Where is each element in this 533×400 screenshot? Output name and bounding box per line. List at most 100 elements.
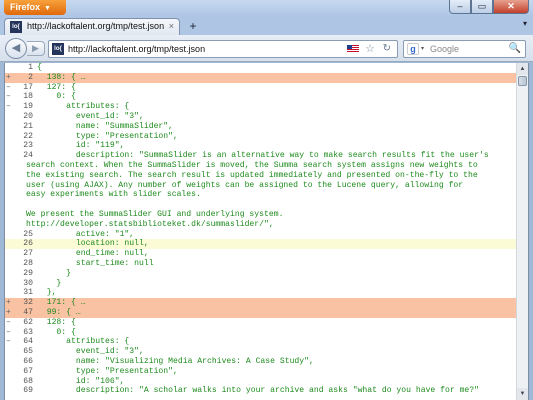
json-line[interactable]: +47 99: { …: [5, 307, 517, 318]
line-number: 28: [23, 258, 33, 268]
search-input[interactable]: Google: [430, 41, 459, 57]
json-line: 21 name: "SummaSlider",: [5, 122, 517, 132]
line-number: 21: [23, 121, 33, 131]
line-number: 31: [23, 288, 33, 298]
json-code: }: [37, 278, 62, 288]
json-line-wrap: http://developer.statsbiblioteket.dk/sum…: [5, 220, 517, 230]
json-code: description: "SummaSlider is an alternat…: [37, 151, 489, 161]
url-text[interactable]: http://lackoftalent.org/tmp/test.json: [68, 41, 205, 57]
json-code: type: "Presentation",: [37, 131, 178, 141]
json-line-wrap: [5, 200, 517, 210]
navigation-bar: ◀ ▶ lo{ http://lackoftalent.org/tmp/test…: [0, 35, 533, 62]
json-line[interactable]: –17 127: {: [5, 83, 517, 93]
maximize-button[interactable]: ▭: [471, 0, 493, 14]
json-viewer: 1{+2 138: { … –17 127: {–18 0: {–19 attri…: [5, 63, 517, 396]
chevron-down-icon: ▼: [44, 5, 51, 12]
search-icon[interactable]: 🔍: [509, 41, 521, 57]
json-line: 66 name: "Visualizing Media Archives: A …: [5, 357, 517, 367]
json-code: event_id: "3",: [37, 347, 144, 357]
url-bar[interactable]: lo{ http://lackoftalent.org/tmp/test.jso…: [48, 40, 398, 58]
json-line: 28 start_time: null: [5, 259, 517, 269]
json-code: },: [37, 288, 57, 298]
json-line: 67 type: "Presentation",: [5, 367, 517, 377]
search-bar[interactable]: g ▾ Google 🔍: [403, 40, 526, 58]
json-line: 30 }: [5, 279, 517, 289]
json-line: 27 end_time: null,: [5, 249, 517, 259]
json-code: the existing search. The search result i…: [26, 170, 478, 180]
json-line: 22 type: "Presentation",: [5, 132, 517, 142]
json-code: name: "SummaSlider",: [37, 121, 173, 131]
close-window-button[interactable]: ✕: [493, 0, 529, 14]
json-code: user (using AJAX). Any number of weights…: [26, 180, 464, 190]
line-number: 23: [23, 141, 33, 151]
line-number: 22: [23, 131, 33, 141]
line-number: 20: [23, 111, 33, 121]
line-number: 26: [23, 239, 33, 249]
json-code: start_time: null: [37, 258, 154, 268]
json-line[interactable]: –64 attributes: {: [5, 337, 517, 347]
scroll-down-icon[interactable]: ▼: [517, 388, 528, 400]
json-code: description: "A scholar walks into your …: [37, 386, 479, 396]
json-code: id: "119",: [37, 141, 125, 151]
json-line: 23 id: "119",: [5, 141, 517, 151]
line-number: 1: [28, 63, 33, 72]
json-code: 99: { …: [37, 307, 81, 317]
tab-test-json[interactable]: lo{ http://lackoftalent.org/tmp/test.jso…: [4, 18, 180, 35]
json-code: 128: {: [37, 317, 76, 327]
json-line: 65 event_id: "3",: [5, 347, 517, 357]
forward-button[interactable]: ▶: [27, 41, 45, 56]
line-number: 32: [23, 298, 33, 308]
json-code: 127: {: [37, 82, 76, 92]
line-number: 69: [23, 386, 33, 396]
favicon-icon: lo{: [10, 21, 22, 33]
json-line: 24 description: "SummaSlider is an alter…: [5, 151, 517, 161]
json-line-wrap: search context. When the SummaSlider is …: [5, 161, 517, 171]
json-code: type: "Presentation",: [37, 366, 178, 376]
json-code: 0: {: [37, 92, 76, 102]
tab-close-icon[interactable]: ×: [169, 19, 174, 34]
json-code: }: [37, 268, 71, 278]
window-controls: – ▭ ✕: [449, 0, 529, 14]
google-icon[interactable]: g: [407, 43, 419, 55]
firefox-menu-button[interactable]: Firefox ▼: [4, 0, 66, 15]
site-identity-icon[interactable]: lo{: [52, 43, 64, 55]
json-code: location: null,: [37, 239, 149, 249]
json-code: id: "106",: [37, 376, 125, 386]
json-line[interactable]: –18 0: {: [5, 92, 517, 102]
title-bar: Firefox ▼ – ▭ ✕: [0, 0, 533, 16]
json-code: http://developer.statsbiblioteket.dk/sum…: [26, 219, 274, 229]
json-line-wrap: We present the SummaSlider GUI and under…: [5, 210, 517, 220]
json-line: 20 event_id: "3",: [5, 112, 517, 122]
tab-list-button[interactable]: ▾: [523, 19, 527, 28]
line-number: 24: [23, 151, 33, 161]
new-tab-button[interactable]: +: [184, 20, 202, 34]
json-line[interactable]: +32 171: { …: [5, 298, 517, 308]
search-engine-dropdown-icon[interactable]: ▾: [421, 41, 424, 57]
json-code: attributes: {: [37, 337, 130, 347]
json-line: 68 id: "106",: [5, 377, 517, 387]
line-number: 47: [23, 307, 33, 317]
refresh-icon[interactable]: ↻: [383, 41, 391, 57]
line-number: 27: [23, 249, 33, 259]
json-line[interactable]: –63 0: {: [5, 328, 517, 338]
json-line: 26 location: null,: [5, 239, 517, 250]
json-line[interactable]: –19 attributes: {: [5, 102, 517, 112]
line-number: 25: [23, 229, 33, 239]
back-button[interactable]: ◀: [5, 38, 27, 59]
bookmark-star-icon[interactable]: ☆: [365, 41, 375, 57]
minimize-button[interactable]: –: [449, 0, 471, 14]
json-code: name: "Visualizing Media Archives: A Cas…: [37, 356, 314, 366]
json-line-wrap: the existing search. The search result i…: [5, 171, 517, 181]
line-number: 67: [23, 366, 33, 376]
json-line[interactable]: +2 138: { …: [5, 72, 517, 83]
json-line-wrap: user (using AJAX). Any number of weights…: [5, 181, 517, 191]
json-line: 31 },: [5, 288, 517, 298]
scrollbar-thumb[interactable]: [518, 76, 527, 86]
json-line[interactable]: –62 128: {: [5, 318, 517, 328]
line-number: 68: [23, 376, 33, 386]
line-number: 65: [23, 347, 33, 357]
scroll-up-icon[interactable]: ▲: [517, 63, 528, 75]
line-number: 17: [23, 82, 33, 92]
vertical-scrollbar[interactable]: ▲ ▼: [516, 63, 528, 400]
json-line: 1{: [5, 63, 517, 73]
